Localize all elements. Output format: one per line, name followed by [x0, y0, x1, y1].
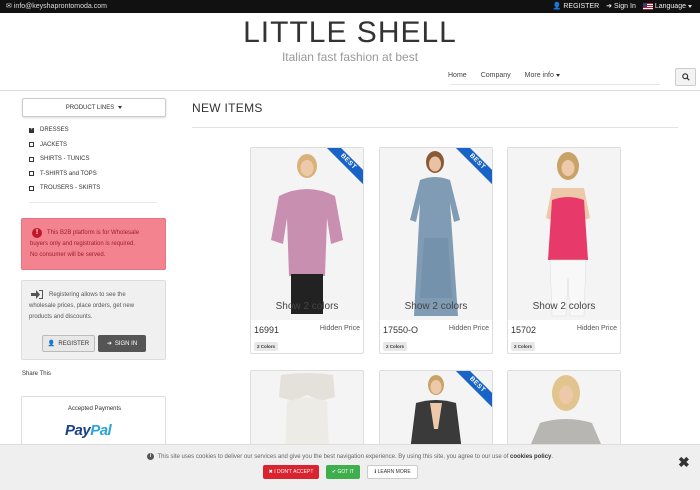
email-text: info@keyshaprontomoda.com	[13, 2, 107, 10]
show-colors-label[interactable]: Show 2 colors	[380, 301, 492, 312]
category-trousers-skirts[interactable]: TROUSERS - SKIRTS	[29, 181, 100, 196]
brand-logo[interactable]: LITTLE SHELL	[0, 16, 700, 50]
sign-in-icon: ➜	[106, 341, 112, 347]
show-colors-label[interactable]: Show 2 colors	[251, 301, 363, 312]
sidebar-divider	[29, 202, 157, 203]
product-card[interactable]	[250, 370, 364, 450]
colors-badge: 2 Colors	[511, 342, 536, 351]
product-card[interactable]: BEST Show 2 colors 17550-O Hidden Price …	[379, 147, 493, 354]
nav-company[interactable]: Company	[481, 72, 511, 79]
us-flag-icon	[642, 2, 653, 10]
colors-badge: 2 Colors	[254, 342, 279, 351]
user-icon: 👤	[47, 341, 56, 347]
product-card[interactable]: BEST	[379, 370, 493, 450]
checkbox-icon[interactable]	[29, 142, 34, 148]
product-code: 17550-O	[383, 325, 419, 335]
share-this-label: Share This	[22, 371, 51, 377]
product-image[interactable]	[508, 148, 620, 320]
page-title: NEW ITEMS	[192, 101, 263, 115]
dont-accept-button[interactable]: ✖ I DON'T ACCEPT	[263, 465, 319, 479]
product-price: Hidden Price	[576, 325, 617, 332]
sign-in-icon: ➜	[606, 3, 613, 10]
close-icon[interactable]: ✖	[678, 454, 690, 471]
product-lines-dropdown[interactable]: PRODUCT LINES	[22, 98, 166, 117]
user-icon: 👤	[552, 3, 562, 10]
search-button[interactable]	[675, 68, 696, 86]
category-dresses[interactable]: DRESSES	[29, 123, 100, 138]
info-icon: i	[146, 453, 154, 460]
product-image[interactable]	[380, 148, 492, 320]
sign-in-link[interactable]: ➜ Sign In	[606, 2, 636, 11]
checkbox-icon[interactable]	[29, 156, 34, 162]
email-link[interactable]: ✉ info@keyshaprontomoda.com	[6, 2, 107, 11]
product-card[interactable]: BEST Show 2 colors 16991 Hidden Price 2 …	[250, 147, 364, 354]
category-shirts-tunics[interactable]: SHIRTS - TUNICS	[29, 152, 100, 167]
sign-in-button[interactable]: ➜ SIGN IN	[98, 335, 146, 352]
site-header: LITTLE SHELL Italian fast fashion at bes…	[0, 13, 700, 91]
envelope-icon: ✉	[6, 3, 12, 10]
chevron-down-icon	[118, 106, 123, 109]
product-card[interactable]	[507, 370, 621, 450]
checkbox-icon[interactable]	[29, 171, 34, 177]
show-colors-label[interactable]: Show 2 colors	[508, 301, 620, 312]
product-card[interactable]: Show 2 colors 15702 Hidden Price 2 Color…	[507, 147, 621, 354]
top-bar: ✉ info@keyshaprontomoda.com 👤 REGISTER ➜ S…	[0, 0, 700, 13]
product-price: Hidden Price	[448, 325, 489, 332]
category-tshirts-tops[interactable]: T-SHIRTS and TOPS	[29, 167, 100, 182]
cookie-banner: i This site uses cookies to deliver our …	[0, 444, 700, 490]
cookie-policy-link[interactable]: cookies policy	[510, 454, 551, 460]
registration-panel: Registering allows to see the wholesale …	[21, 280, 166, 360]
nav-more-info[interactable]: More info	[525, 72, 560, 79]
paypal-logo: PayPal	[65, 422, 112, 439]
colors-badge: 2 Colors	[383, 342, 408, 351]
nav-home[interactable]: Home	[448, 72, 467, 79]
search-icon	[681, 73, 690, 81]
main-nav: Home Company More info	[448, 72, 560, 79]
got-it-button[interactable]: ✔ GOT IT	[326, 465, 360, 479]
category-jackets[interactable]: JACKETS	[29, 138, 100, 153]
expand-icon[interactable]	[29, 126, 34, 133]
checkbox-icon[interactable]	[29, 185, 34, 191]
category-list: DRESSES JACKETS SHIRTS - TUNICS T-SHIRTS…	[29, 123, 100, 196]
chevron-down-icon	[688, 4, 692, 8]
product-code: 15702	[511, 325, 537, 335]
chevron-down-icon	[555, 74, 560, 77]
exclamation-icon: !	[32, 228, 42, 238]
title-divider	[192, 127, 678, 128]
language-selector[interactable]: Language	[642, 2, 692, 10]
learn-more-button[interactable]: ℹ LEARN MORE	[367, 465, 418, 479]
register-button[interactable]: 👤 REGISTER	[42, 335, 95, 352]
product-price: Hidden Price	[319, 325, 360, 332]
product-code: 16991	[254, 325, 280, 335]
product-image[interactable]	[508, 371, 620, 450]
product-image[interactable]	[251, 371, 363, 450]
register-link[interactable]: 👤 REGISTER	[552, 2, 600, 11]
tagline: Italian fast fashion at best	[281, 50, 419, 64]
cookie-message: i This site uses cookies to deliver our …	[0, 453, 700, 460]
nav-divider	[450, 84, 660, 85]
payments-title: Accepted Payments	[67, 406, 122, 412]
product-image[interactable]	[251, 148, 363, 320]
b2b-warning-alert: ! This B2B platform is for Wholesale buy…	[21, 218, 166, 270]
